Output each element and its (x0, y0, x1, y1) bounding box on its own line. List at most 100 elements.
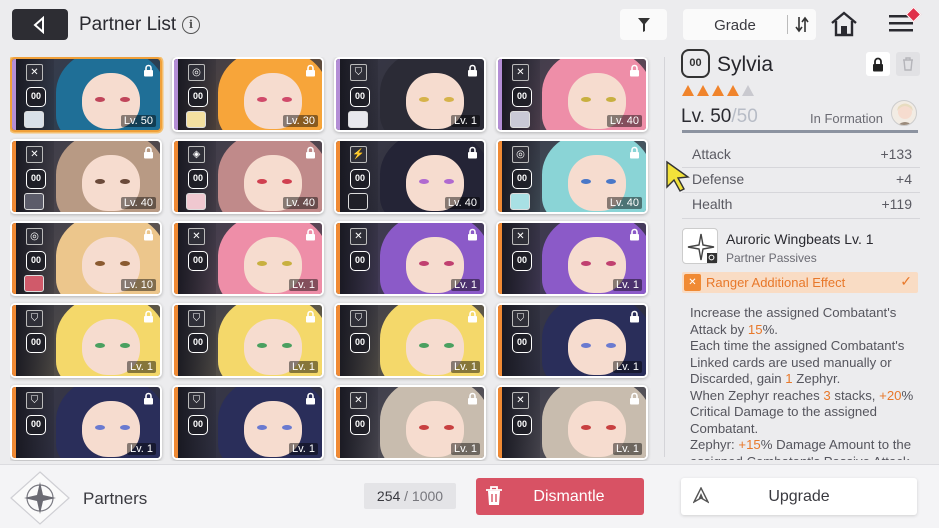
partner-level: Lv. 1 (288, 279, 318, 291)
class-icon: ⛉ (350, 64, 367, 81)
lock-icon[interactable] (143, 64, 154, 77)
partner-name: Sylvia (717, 53, 774, 76)
partner-level: Lv. 40 (282, 197, 318, 209)
partner-card[interactable]: ⛉ 00 Lv. 1 (172, 303, 324, 378)
partner-level: Lv. 1 (450, 115, 480, 127)
home-icon[interactable] (830, 11, 858, 37)
skill-title: Auroric Wingbeats Lv. 1 (726, 231, 874, 247)
lock-icon[interactable] (143, 392, 154, 405)
class-icon: ◎ (26, 228, 43, 245)
count-max: / 1000 (400, 488, 444, 504)
partner-level: Lv. 1 (612, 279, 642, 291)
partner-card[interactable]: ✕ 00 Lv. 50 (10, 57, 162, 132)
dismantle-button[interactable]: Dismantle (476, 478, 644, 515)
equipped-combatant-avatar (510, 111, 530, 128)
in-formation-label: In Formation (810, 111, 883, 126)
lock-toggle-button[interactable] (866, 52, 890, 76)
partner-id-badge: 00 (512, 87, 532, 107)
lock-icon[interactable] (305, 310, 316, 323)
skill-subtitle: Partner Passives (726, 251, 817, 265)
upgrade-label: Upgrade (768, 488, 830, 505)
formation-combatant-avatar[interactable] (891, 100, 917, 126)
partner-id-badge: 00 (350, 333, 370, 353)
partner-level: Lv. 30 (282, 115, 318, 127)
panel-divider (664, 57, 665, 457)
partner-id-badge: 00 (26, 169, 46, 189)
lock-icon[interactable] (143, 228, 154, 241)
ranger-effect-banner[interactable]: ✕ Ranger Additional Effect ✓ (682, 272, 918, 293)
partner-card[interactable]: ◎ 00 Lv. 10 (10, 221, 162, 296)
rarity-star-icon (697, 85, 709, 96)
info-icon[interactable]: i (182, 16, 200, 34)
partner-id-badge: 00 (26, 251, 46, 271)
equipped-combatant-avatar (348, 193, 368, 210)
lock-icon[interactable] (143, 146, 154, 159)
partner-card[interactable]: ✕ 00 Lv. 1 (496, 385, 648, 460)
level-max: /50 (731, 106, 758, 127)
back-arrow-icon (33, 15, 44, 34)
stat-value: +133 (880, 146, 912, 162)
partner-id-badge: 00 (512, 251, 532, 271)
partner-card[interactable]: ◈ 00 Lv. 40 (172, 139, 324, 214)
lock-icon[interactable] (305, 392, 316, 405)
skill-description: Increase the assigned Combatant's Attack… (690, 305, 914, 460)
lock-icon[interactable] (629, 310, 640, 323)
partner-level: Lv. 1 (612, 443, 642, 455)
skill-icon-button[interactable] (682, 228, 718, 264)
lock-icon[interactable] (629, 64, 640, 77)
lock-icon[interactable] (467, 310, 478, 323)
discard-button[interactable] (896, 52, 920, 76)
lock-icon[interactable] (467, 392, 478, 405)
partner-card[interactable]: ⛉ 00 Lv. 1 (334, 303, 486, 378)
partner-card[interactable]: ✕ 00 Lv. 1 (334, 385, 486, 460)
equipped-combatant-avatar (348, 111, 368, 128)
filter-button[interactable] (620, 9, 667, 40)
sort-order-icon[interactable] (793, 15, 811, 34)
partner-card[interactable]: ◎ 00 Lv. 40 (496, 139, 648, 214)
class-icon: ◈ (188, 146, 205, 163)
partner-card[interactable]: ✕ 00 Lv. 40 (10, 139, 162, 214)
partner-card[interactable]: ✕ 00 Lv. 1 (496, 221, 648, 296)
partner-card[interactable]: ✕ 00 Lv. 40 (496, 57, 648, 132)
class-icon: ⛉ (26, 392, 43, 409)
equipped-combatant-avatar (24, 193, 44, 210)
partner-card[interactable]: ✕ 00 Lv. 1 (172, 221, 324, 296)
partner-card[interactable]: ⛉ 00 Lv. 1 (10, 303, 162, 378)
class-icon: ⛉ (512, 310, 529, 327)
partner-card[interactable]: ⛉ 00 Lv. 1 (10, 385, 162, 460)
back-button[interactable] (12, 9, 68, 40)
lock-icon[interactable] (305, 228, 316, 241)
lock-icon[interactable] (305, 64, 316, 77)
lock-icon[interactable] (467, 146, 478, 159)
effect-label: Ranger Additional Effect (706, 275, 846, 290)
partner-card[interactable]: ✕ 00 Lv. 1 (334, 221, 486, 296)
check-icon: ✓ (900, 273, 912, 289)
class-icon: ✕ (350, 228, 367, 245)
lock-icon[interactable] (467, 228, 478, 241)
partner-id-badge: 00 (350, 169, 370, 189)
lock-icon[interactable] (629, 392, 640, 405)
equipped-combatant-avatar (24, 111, 44, 128)
lock-icon[interactable] (629, 146, 640, 159)
stat-value: +4 (896, 171, 912, 187)
lock-icon[interactable] (143, 310, 154, 323)
partner-card[interactable]: ⛉ 00 Lv. 1 (172, 385, 324, 460)
partner-level: Lv. 50/50 (681, 106, 758, 128)
class-icon: ✕ (512, 392, 529, 409)
lock-icon[interactable] (305, 146, 316, 159)
partner-level: Lv. 1 (288, 361, 318, 373)
partner-id-badge: 00 (681, 49, 710, 78)
partner-id-badge: 00 (350, 251, 370, 271)
sort-dropdown[interactable]: Grade (683, 9, 816, 40)
upgrade-button[interactable]: Upgrade (681, 478, 917, 515)
partner-level: Lv. 1 (126, 443, 156, 455)
lock-icon (873, 57, 883, 71)
partner-card[interactable]: ⚡ 00 Lv. 40 (334, 139, 486, 214)
class-icon: ✕ (512, 228, 529, 245)
dismantle-label: Dismantle (533, 488, 605, 505)
partner-card[interactable]: ⛉ 00 Lv. 1 (496, 303, 648, 378)
lock-icon[interactable] (629, 228, 640, 241)
lock-icon[interactable] (467, 64, 478, 77)
partner-card[interactable]: ◎ 00 Lv. 30 (172, 57, 324, 132)
partner-card[interactable]: ⛉ 00 Lv. 1 (334, 57, 486, 132)
